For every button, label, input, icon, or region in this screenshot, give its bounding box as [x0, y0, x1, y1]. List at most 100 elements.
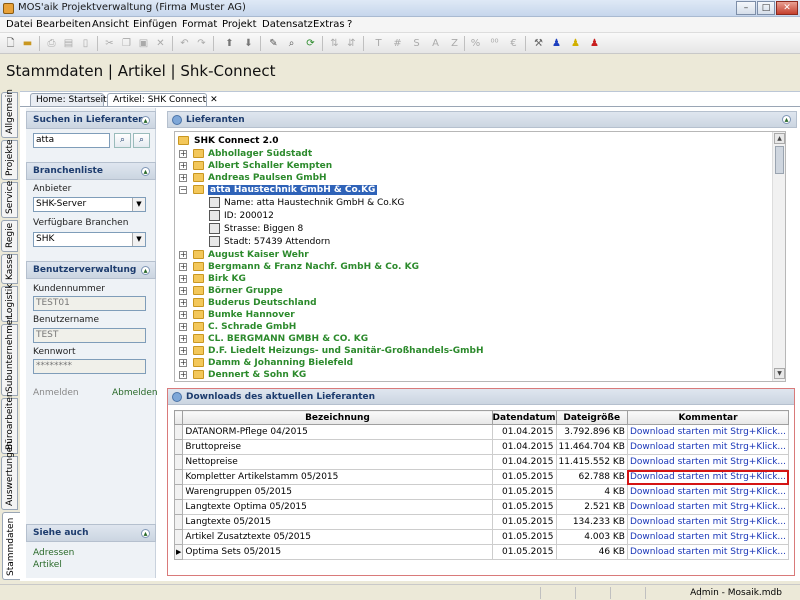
column-header-bezeichnung[interactable]: Bezeichnung — [182, 410, 493, 425]
cell-kommentar[interactable]: Download starten mit Strg+Klick... — [626, 484, 790, 500]
table-row[interactable]: Bruttopreise 01.04.2015 11.464.704 KB Downl… — [173, 439, 790, 455]
column-header-kommentar[interactable]: Kommentar — [626, 410, 790, 425]
row-header[interactable]: ▶ — [173, 544, 184, 560]
tree-item[interactable]: + Bergmann & Franz Nachf. GmbH & Co. KG — [179, 261, 419, 273]
tree-scrollbar[interactable]: ▲ ▼ — [772, 132, 785, 381]
provider-select[interactable]: SHK-Server ▼ — [33, 197, 146, 212]
menu-projekt[interactable]: Projekt — [222, 19, 257, 30]
menu-ansicht[interactable]: Ansicht — [92, 19, 129, 30]
vtab-projekte[interactable]: Projekte — [1, 139, 18, 180]
menu-datensatz[interactable]: Datensatz — [262, 19, 313, 30]
expand-icon[interactable]: + — [179, 162, 187, 170]
cell-kommentar[interactable]: Download starten mit Strg+Klick... — [626, 424, 790, 440]
close-button[interactable]: ✕ — [776, 1, 798, 15]
tree-item[interactable]: + Dennert & Sohn KG — [179, 369, 306, 381]
scroll-thumb[interactable] — [775, 146, 784, 174]
expand-icon[interactable]: + — [179, 275, 187, 283]
expand-icon[interactable]: + — [179, 371, 187, 379]
table-row[interactable]: Langtexte Optima 05/2015 01.05.2015 2.521 … — [173, 499, 790, 515]
see-also-section-header[interactable]: Siehe auch ▴ — [26, 524, 156, 542]
expand-icon[interactable]: + — [179, 299, 187, 307]
menu-help[interactable]: ? — [347, 19, 352, 30]
edit-icon[interactable]: ✎ — [266, 36, 281, 51]
table-row[interactable]: Warengruppen 05/2015 01.05.2015 4 KB Downlo… — [173, 484, 790, 500]
login-link[interactable]: Anmelden — [33, 388, 79, 398]
row-header[interactable] — [173, 529, 184, 545]
table-row[interactable]: Langtexte 05/2015 01.05.2015 134.233 KB Dow… — [173, 514, 790, 530]
collapse-icon[interactable]: ▴ — [141, 167, 150, 176]
move-down-icon[interactable]: ⬇ — [241, 36, 256, 51]
toolbar-decimal-icon[interactable]: ⁰⁰ — [487, 36, 502, 51]
collapse-icon[interactable]: ▴ — [141, 529, 150, 538]
tree-item[interactable]: + Albert Schaller Kempten — [179, 160, 332, 172]
supplier-tree[interactable]: SHK Connect 2.0 + Abhollager Südstadt + Al… — [174, 131, 786, 382]
username-field[interactable]: TEST — [33, 328, 146, 343]
search-next-icon[interactable]: ⌕ — [133, 133, 150, 148]
vtab-service[interactable]: Service — [1, 181, 18, 218]
tab-shk-connect[interactable]: Artikel: SHK Connect ✕ — [107, 93, 218, 106]
tree-root[interactable]: SHK Connect 2.0 — [178, 135, 279, 147]
move-up-icon[interactable]: ⬆ — [222, 36, 237, 51]
menu-format[interactable]: Format — [182, 19, 217, 30]
vtab-stammdaten[interactable]: Stammdaten — [2, 512, 20, 580]
expand-icon[interactable]: + — [179, 251, 187, 259]
row-header[interactable] — [173, 484, 184, 500]
cell-kommentar[interactable]: Download starten mit Strg+Klick... — [626, 514, 790, 530]
tree-item[interactable]: + C. Schrade GmbH — [179, 321, 296, 333]
tree-item-selected[interactable]: − atta Haustechnik GmbH & Co.KG — [179, 184, 378, 196]
print-icon[interactable]: ⎙ — [44, 36, 59, 51]
expand-icon[interactable]: + — [179, 263, 187, 271]
new-icon[interactable]: 🗋 — [3, 36, 18, 51]
see-also-link-adressen[interactable]: Adressen — [33, 548, 74, 558]
delete-icon[interactable]: ✕ — [153, 36, 168, 51]
table-row[interactable]: DATANORM-Pflege 04/2015 01.04.2015 3.792.8… — [173, 424, 790, 440]
toolbar-hash-button[interactable]: # — [390, 36, 405, 51]
column-header-datendatum[interactable]: Datendatum — [491, 410, 557, 425]
tree-item[interactable]: + Damm & Johanning Bielefeld — [179, 357, 353, 369]
expand-icon[interactable]: + — [179, 287, 187, 295]
toolbar-s-button[interactable]: S — [409, 36, 424, 51]
expand-icon[interactable]: + — [179, 311, 187, 319]
scroll-up-icon[interactable]: ▲ — [774, 133, 785, 144]
tree-item[interactable]: + D.F. Liedelt Heizungs- und Sanitär-Groß… — [179, 345, 484, 357]
search-section-header[interactable]: Suchen in Lieferanten ▴ — [26, 111, 156, 129]
cell-kommentar[interactable]: Download starten mit Strg+Klick... — [626, 454, 790, 470]
close-tab-icon[interactable]: ✕ — [210, 95, 218, 105]
vtab-kasse[interactable]: Kasse — [1, 254, 18, 284]
user-yellow-icon[interactable]: ♟ — [568, 36, 583, 51]
dropdown-arrow-icon[interactable]: ▼ — [132, 198, 145, 211]
expand-icon[interactable]: + — [179, 335, 187, 343]
tree-item[interactable]: + Bumke Hannover — [179, 309, 295, 321]
toolbar-percent-button[interactable]: % — [468, 36, 483, 51]
row-header[interactable] — [173, 454, 184, 470]
toolbar-euro-button[interactable]: € — [506, 36, 521, 51]
branch-select[interactable]: SHK ▼ — [33, 232, 146, 247]
tree-detail[interactable]: Strasse: Biggen 8 — [209, 223, 303, 235]
toolbar-z-button[interactable]: Z — [447, 36, 462, 51]
user-admin-section-header[interactable]: Benutzerverwaltung ▴ — [26, 261, 156, 279]
vtab-subunternehmer[interactable]: Subunternehmer — [1, 316, 18, 396]
minimize-button[interactable]: – — [736, 1, 756, 15]
tree-item[interactable]: + Andreas Paulsen GmbH — [179, 172, 327, 184]
row-header[interactable] — [173, 424, 184, 440]
row-header[interactable] — [173, 469, 184, 485]
collapse-icon[interactable]: ▴ — [141, 266, 150, 275]
collapse-icon[interactable]: − — [179, 186, 187, 194]
refresh-icon[interactable]: ⟳ — [303, 36, 318, 51]
tab-home[interactable]: Home: Startseite — [30, 93, 112, 106]
expand-icon[interactable]: + — [179, 323, 187, 331]
scroll-down-icon[interactable]: ▼ — [774, 368, 785, 379]
open-icon[interactable]: ▬ — [20, 36, 35, 51]
sort-asc-icon[interactable]: ⇅ — [327, 36, 342, 51]
collapse-icon[interactable]: ▴ — [782, 115, 791, 124]
menu-einfuegen[interactable]: Einfügen — [133, 19, 177, 30]
tree-detail[interactable]: Name: atta Haustechnik GmbH & Co.KG — [209, 197, 404, 209]
tree-item[interactable]: + Abhollager Südstadt — [179, 148, 312, 160]
preview-icon[interactable]: ▤ — [61, 36, 76, 51]
menu-datei[interactable]: Datei — [6, 19, 33, 30]
cell-kommentar[interactable]: Download starten mit Strg+Klick... — [626, 469, 790, 485]
tree-detail[interactable]: ID: 200012 — [209, 210, 274, 222]
tree-detail[interactable]: Stadt: 57439 Attendorn — [209, 236, 330, 248]
tree-item[interactable]: + CL. BERGMANN GMBH & CO. KG — [179, 333, 368, 345]
find-icon[interactable]: ⌕ — [284, 36, 299, 51]
